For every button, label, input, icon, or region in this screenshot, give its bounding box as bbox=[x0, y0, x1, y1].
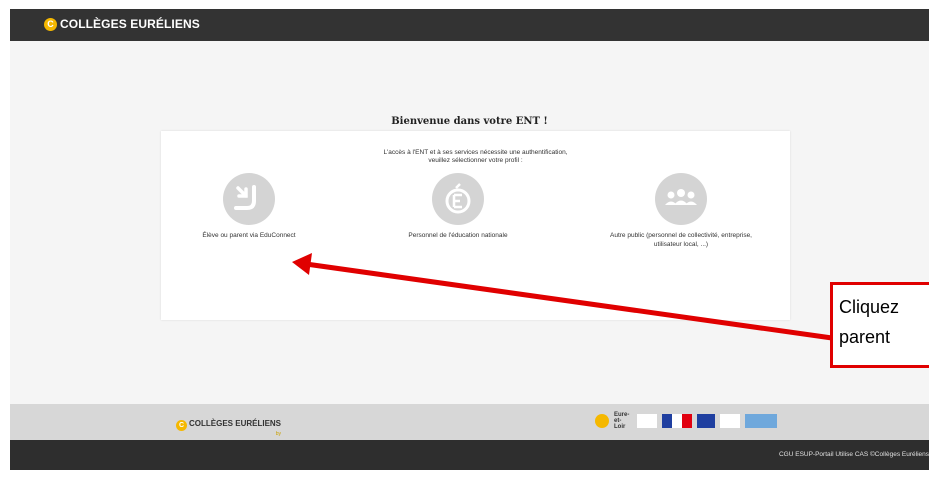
annotation-arrow bbox=[292, 253, 833, 341]
callout-line-2: parent bbox=[839, 327, 891, 347]
callout-line-1: Cliquez bbox=[839, 297, 900, 317]
annotation-callout: Cliquez parent bbox=[830, 282, 929, 368]
